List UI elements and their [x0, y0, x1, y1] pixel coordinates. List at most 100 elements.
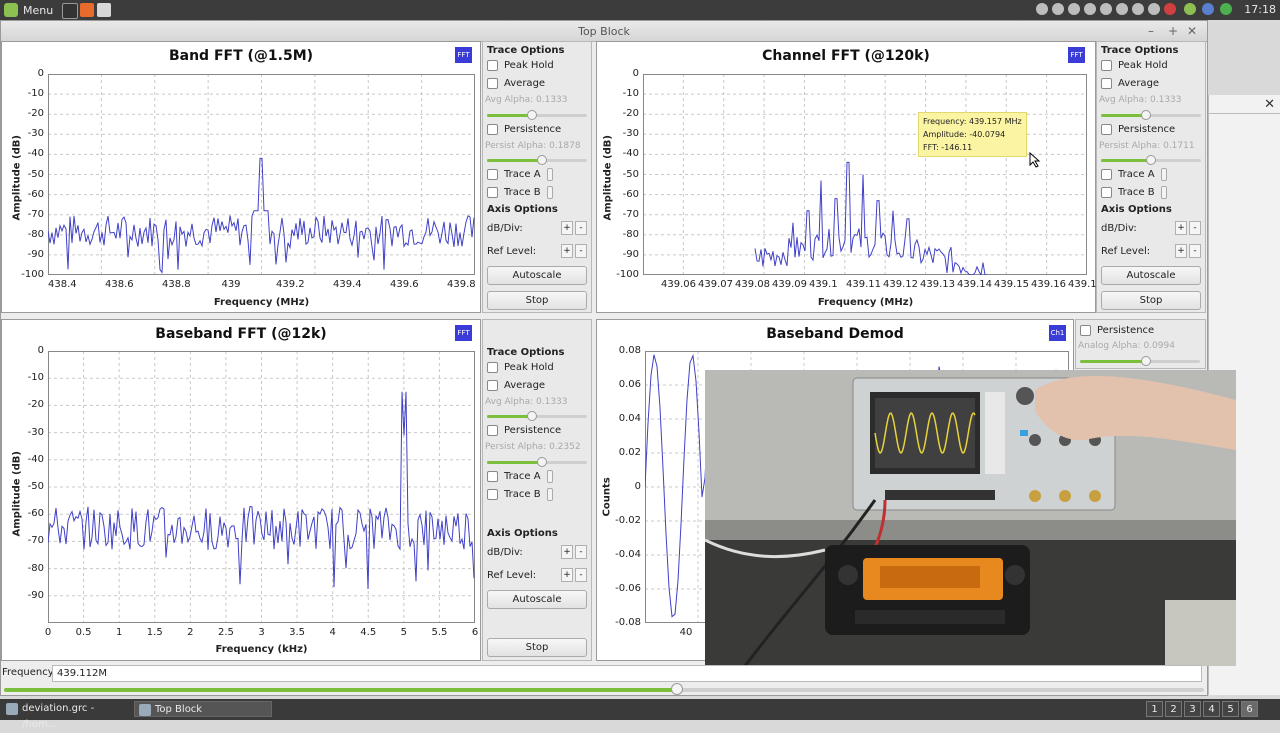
db-div-plus-button[interactable]: +: [1175, 221, 1187, 235]
ref-level-minus-button[interactable]: -: [1189, 244, 1201, 258]
y-tick-label: -50: [27, 481, 44, 492]
ref-level-plus-button[interactable]: +: [1175, 244, 1187, 258]
average-checkbox[interactable]: Average: [1101, 78, 1159, 89]
db-div-minus-button[interactable]: -: [1189, 221, 1201, 235]
radio-transceiver-image: [825, 545, 1030, 635]
autoscale-button[interactable]: Autoscale: [487, 590, 587, 609]
menu-button[interactable]: Menu: [4, 2, 53, 18]
trace-b-label: Trace B: [1118, 187, 1155, 198]
autoscale-button[interactable]: Autoscale: [1101, 266, 1201, 285]
avg-alpha-slider[interactable]: [1101, 110, 1201, 120]
trace-b-color-toggle[interactable]: [547, 186, 553, 199]
average-checkbox[interactable]: Average: [487, 78, 545, 89]
fft-badge[interactable]: FFT: [1068, 47, 1085, 63]
trace-a-color-toggle[interactable]: [547, 168, 553, 181]
frequency-input[interactable]: 439.112M: [52, 665, 1202, 682]
workspace-2[interactable]: 2: [1165, 701, 1182, 717]
band-fft-plot[interactable]: [48, 74, 475, 275]
wifi-icon[interactable]: [1116, 3, 1128, 15]
clock[interactable]: 17:18: [1244, 3, 1276, 16]
y-tick-label: -70: [27, 208, 44, 220]
minimize-icon[interactable]: –: [1148, 24, 1154, 38]
avg-alpha-slider[interactable]: [487, 411, 587, 421]
tray-icon[interactable]: [1084, 3, 1096, 15]
ch1-badge[interactable]: Ch1: [1049, 325, 1066, 341]
window-titlebar[interactable]: Top Block – + ✕: [1, 21, 1207, 42]
trace-b-checkbox[interactable]: Trace B: [487, 187, 541, 198]
terminal-launcher-icon[interactable]: [62, 3, 78, 19]
persistence-label: Persistence: [1118, 124, 1176, 135]
autoscale-button[interactable]: Autoscale: [487, 266, 587, 285]
peak-hold-checkbox[interactable]: Peak Hold: [487, 60, 554, 71]
shield-icon[interactable]: [1202, 3, 1214, 15]
db-div-minus-button[interactable]: -: [575, 545, 587, 559]
workspace-1[interactable]: 1: [1146, 701, 1163, 717]
workspace-4[interactable]: 4: [1203, 701, 1220, 717]
taskbar-item-top-block[interactable]: Top Block: [134, 701, 272, 717]
stop-button[interactable]: Stop: [1101, 291, 1201, 310]
trace-a-checkbox[interactable]: Trace A: [487, 169, 541, 180]
maximize-icon[interactable]: +: [1168, 24, 1178, 38]
trace-b-checkbox[interactable]: Trace B: [487, 489, 541, 500]
mail-icon[interactable]: [1100, 3, 1112, 15]
y-tick-label: -50: [27, 168, 44, 180]
trace-a-color-toggle[interactable]: [547, 470, 553, 483]
workspace-6[interactable]: 6: [1241, 701, 1258, 717]
trace-b-color-toggle[interactable]: [547, 488, 553, 501]
trace-b-checkbox[interactable]: Trace B: [1101, 187, 1155, 198]
trace-a-checkbox[interactable]: Trace A: [1101, 169, 1155, 180]
analog-alpha-slider[interactable]: [1080, 356, 1200, 366]
workspace-3[interactable]: 3: [1184, 701, 1201, 717]
baseband-fft-plot[interactable]: [48, 351, 475, 623]
stop-button[interactable]: Stop: [487, 291, 587, 310]
update-icon[interactable]: [1184, 3, 1196, 15]
trace-a-color-toggle[interactable]: [1161, 168, 1167, 181]
x-tick-label: 2: [187, 627, 194, 638]
record-icon[interactable]: [1164, 3, 1176, 15]
avg-alpha-slider[interactable]: [487, 110, 587, 120]
network-icon[interactable]: [1132, 3, 1144, 15]
y-tick-label: -90: [622, 248, 639, 260]
peak-hold-checkbox[interactable]: Peak Hold: [487, 362, 554, 373]
taskbar-item-deviation[interactable]: deviation.grc - /hom...: [2, 701, 130, 730]
ref-level-plus-button[interactable]: +: [561, 244, 573, 258]
tray-icon[interactable]: [1068, 3, 1080, 15]
whatsapp-icon[interactable]: [1220, 3, 1232, 15]
trace-b-color-toggle[interactable]: [1161, 186, 1167, 199]
close-icon[interactable]: ✕: [1187, 24, 1197, 38]
persist-alpha-slider[interactable]: [1101, 155, 1201, 165]
persistence-checkbox[interactable]: Persistence: [1101, 124, 1175, 135]
firefox-launcher-icon[interactable]: [80, 3, 94, 17]
mint-logo-icon: [4, 3, 18, 17]
y-tick-label: -40: [622, 148, 639, 160]
close-icon[interactable]: ✕: [1264, 97, 1275, 112]
peak-hold-label: Peak Hold: [504, 60, 554, 71]
brightness-icon[interactable]: [1036, 3, 1048, 15]
db-div-plus-button[interactable]: +: [561, 545, 573, 559]
volume-icon[interactable]: [1148, 3, 1160, 15]
trace-a-checkbox[interactable]: Trace A: [487, 471, 541, 482]
channel-fft-controls: Trace Options Peak Hold Average Avg Alph…: [1096, 41, 1206, 313]
persist-alpha-slider[interactable]: [487, 155, 587, 165]
db-div-plus-button[interactable]: +: [561, 221, 573, 235]
y-tick-label: 0: [634, 481, 641, 492]
channel-fft-plot[interactable]: [643, 74, 1087, 275]
peak-hold-checkbox[interactable]: Peak Hold: [1101, 60, 1168, 71]
fft-badge[interactable]: FFT: [455, 47, 472, 63]
persistence-checkbox[interactable]: Persistence: [487, 124, 561, 135]
calculator-launcher-icon[interactable]: [97, 3, 111, 17]
ref-level-minus-button[interactable]: -: [575, 568, 587, 582]
frequency-slider[interactable]: [4, 683, 1204, 695]
peak-hold-label: Peak Hold: [1118, 60, 1168, 71]
workspace-5[interactable]: 5: [1222, 701, 1239, 717]
persist-alpha-slider[interactable]: [487, 457, 587, 467]
average-checkbox[interactable]: Average: [487, 380, 545, 391]
bluetooth-icon[interactable]: [1052, 3, 1064, 15]
persistence-checkbox[interactable]: Persistence: [1080, 325, 1154, 336]
fft-badge[interactable]: FFT: [455, 325, 472, 341]
db-div-minus-button[interactable]: -: [575, 221, 587, 235]
ref-level-plus-button[interactable]: +: [561, 568, 573, 582]
stop-button[interactable]: Stop: [487, 638, 587, 657]
persistence-checkbox[interactable]: Persistence: [487, 425, 561, 436]
ref-level-minus-button[interactable]: -: [575, 244, 587, 258]
